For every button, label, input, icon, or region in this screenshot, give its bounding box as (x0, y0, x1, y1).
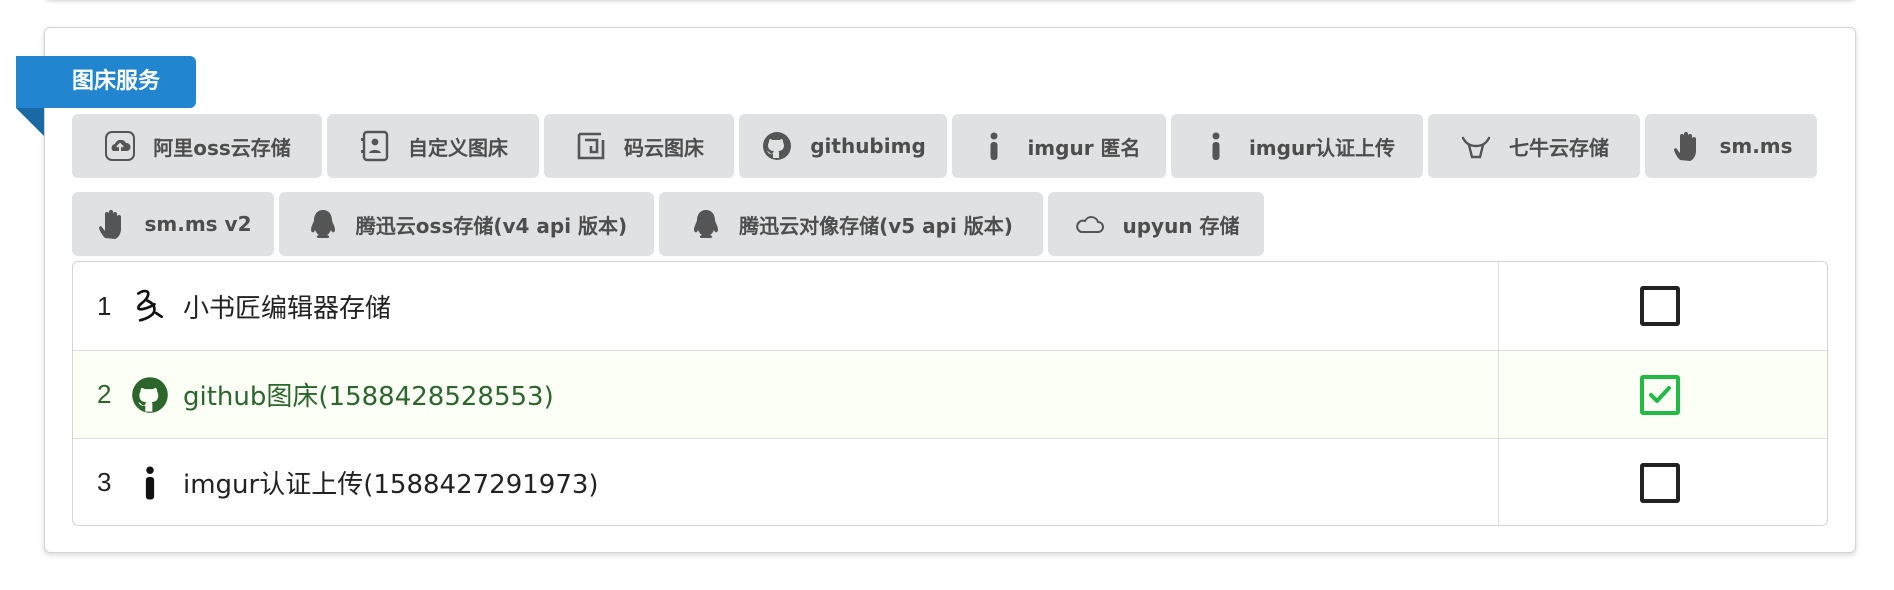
github-icon (131, 371, 169, 419)
tab-label: 七牛云存储 (1509, 135, 1609, 160)
hand-icon (94, 207, 128, 241)
tab-row-1: 阿里oss云存储 自定义图床 码云图床 githubimg imgur 匿名 i… (72, 114, 1832, 178)
table-row-selected[interactable]: 2 github图床(1588428528553) (73, 350, 1827, 438)
tab-label: sm.ms v2 (144, 212, 252, 236)
tab-tencent-cos-v5[interactable]: 腾迅云对像存储(v5 api 版本) (659, 192, 1043, 256)
tab-label: 腾迅云oss存储(v4 api 版本) (355, 213, 628, 238)
tab-imgur-auth[interactable]: imgur认证上传 (1171, 114, 1423, 178)
tab-label: sm.ms (1719, 134, 1793, 158)
tab-aliyun-oss[interactable]: 阿里oss云存储 (72, 114, 322, 178)
tab-tencent-oss-v4[interactable]: 腾迅云oss存储(v4 api 版本) (279, 192, 654, 256)
qq-penguin-icon (306, 207, 340, 241)
tab-qiniu[interactable]: 七牛云存储 (1428, 114, 1640, 178)
row-name: 小书匠编辑器存储 (183, 293, 392, 324)
cloud-icon (1072, 207, 1106, 241)
tab-label: imgur认证上传 (1248, 135, 1396, 160)
tab-gitee[interactable]: 码云图床 (544, 114, 734, 178)
row-index: 3 (97, 467, 112, 497)
table-row[interactable]: 1 小书匠编辑器存储 (73, 262, 1827, 350)
select-checkbox-checked[interactable] (1640, 375, 1680, 415)
column-divider (1498, 439, 1499, 525)
column-divider (1498, 262, 1499, 350)
image-host-tabs: 阿里oss云存储 自定义图床 码云图床 githubimg imgur 匿名 i… (72, 114, 1832, 270)
tab-label: imgur 匿名 (1027, 135, 1141, 160)
ribbon-fold (16, 108, 44, 136)
storage-table: 1 小书匠编辑器存储 2 github图床(1588428528553) 3 i… (72, 261, 1828, 526)
section-ribbon-label: 图床服务 (16, 56, 196, 108)
github-icon (760, 129, 794, 163)
column-divider (1498, 351, 1499, 438)
tab-upyun[interactable]: upyun 存储 (1048, 192, 1264, 256)
info-icon (977, 129, 1011, 163)
tab-githubimg[interactable]: githubimg (739, 114, 947, 178)
tab-label: 阿里oss云存储 (153, 135, 291, 160)
row-name: imgur认证上传(1588427291973) (183, 470, 599, 500)
info-icon (1199, 129, 1233, 163)
tab-label: 自定义图床 (408, 135, 508, 160)
tab-smms-v2[interactable]: sm.ms v2 (72, 192, 274, 256)
aliyun-cloud-icon (103, 129, 137, 163)
tab-label: upyun 存储 (1122, 213, 1240, 238)
row-index: 2 (97, 379, 112, 409)
xiaoshujiang-icon (131, 282, 169, 330)
qiniu-icon (1459, 129, 1493, 163)
tab-row-2: sm.ms v2 腾迅云oss存储(v4 api 版本) 腾迅云对像存储(v5 … (72, 192, 1832, 256)
row-name: github图床(1588428528553) (183, 382, 554, 412)
hand-icon (1669, 129, 1703, 163)
address-card-icon (358, 129, 392, 163)
row-index: 1 (97, 290, 112, 321)
tab-label: 码云图床 (624, 135, 704, 160)
check-icon (1649, 386, 1671, 403)
select-checkbox[interactable] (1640, 463, 1680, 503)
tab-label: githubimg (810, 134, 926, 158)
select-checkbox[interactable] (1640, 286, 1680, 326)
tab-label: 腾迅云对像存储(v5 api 版本) (739, 213, 1013, 238)
gitee-icon (574, 129, 608, 163)
tab-imgur-anonymous[interactable]: imgur 匿名 (952, 114, 1166, 178)
tab-custom-host[interactable]: 自定义图床 (327, 114, 539, 178)
info-icon (131, 459, 169, 507)
tab-smms[interactable]: sm.ms (1645, 114, 1817, 178)
table-row[interactable]: 3 imgur认证上传(1588427291973) (73, 438, 1827, 525)
qq-penguin-icon (689, 207, 723, 241)
